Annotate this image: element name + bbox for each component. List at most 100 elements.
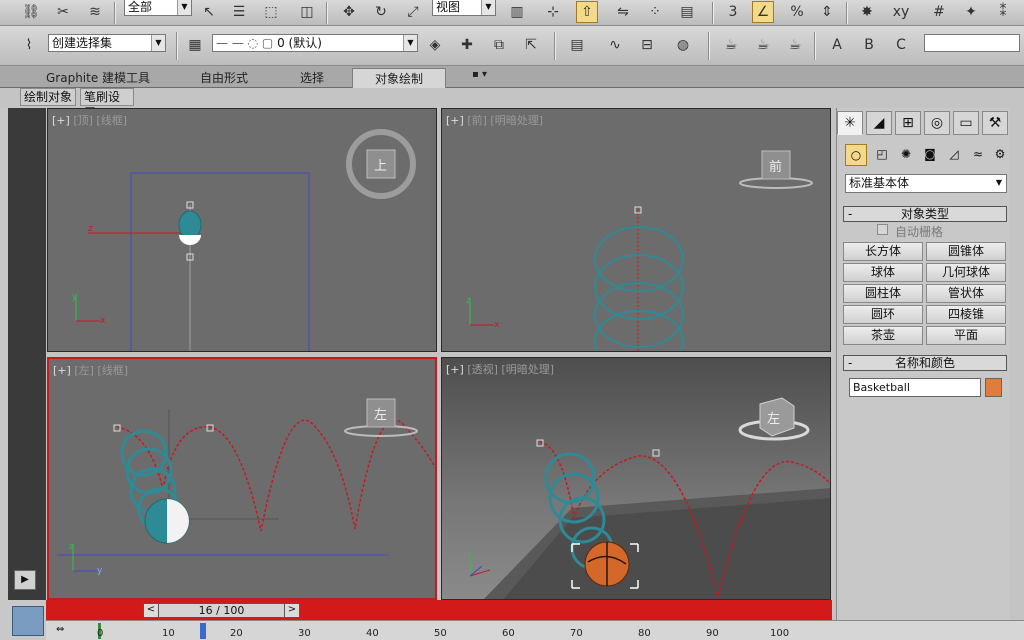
motion-tab-icon[interactable]: ◎	[924, 111, 950, 135]
tab-freeform[interactable]: 自由形式	[200, 69, 248, 86]
render-setup-icon[interactable]: ✦	[960, 1, 982, 23]
layer-manager-icon[interactable]: ▤	[676, 1, 698, 23]
scene-explorer-icon[interactable]: ▤	[566, 34, 588, 56]
object-type-rollout[interactable]: - 对象类型	[843, 206, 1007, 222]
utilities-tab-icon[interactable]: ⚒	[982, 111, 1008, 135]
pivot-center-icon[interactable]: ▥	[506, 1, 528, 23]
subtab-brush-settings[interactable]: 笔刷设置	[80, 88, 134, 120]
snap-3-icon[interactable]: 3	[722, 1, 744, 23]
align-icon[interactable]: ⁘	[644, 1, 666, 23]
rect-region-icon[interactable]: ⬚	[260, 1, 282, 23]
next-frame-button[interactable]: >	[284, 603, 300, 618]
percent-snap-icon[interactable]: %	[786, 1, 808, 23]
ref-coord-dropdown[interactable]: 视图 ▼	[432, 0, 496, 16]
geometry-category-icon[interactable]: ○	[845, 144, 867, 166]
modify-tab-icon[interactable]: ◢	[866, 111, 892, 135]
viewcube-label[interactable]: 左	[374, 404, 387, 423]
time-slider[interactable]: < 16 / 100 >	[143, 603, 300, 618]
hierarchy-tab-icon[interactable]: ⊞	[895, 111, 921, 135]
name-color-rollout[interactable]: - 名称和颜色	[843, 355, 1007, 371]
preset-field[interactable]	[924, 34, 1020, 52]
selection-filter-dropdown[interactable]: 全部 ▼	[124, 0, 192, 16]
cone-button[interactable]: 圆锥体	[926, 242, 1006, 261]
teapot-active-icon[interactable]: ☕	[784, 34, 806, 56]
select-in-layer-icon[interactable]: ⧉	[488, 34, 510, 56]
systems-category-icon[interactable]: ⚙	[989, 144, 1011, 166]
lights-category-icon[interactable]: ✺	[895, 144, 917, 166]
preset-b-icon[interactable]: B	[858, 34, 880, 56]
display-tab-icon[interactable]: ▭	[953, 111, 979, 135]
layer-dropdown[interactable]: — — ◌ ▢ 0 (默认) ▼	[212, 34, 418, 52]
ribbon-options-icon[interactable]: ▪ ▾	[472, 69, 487, 80]
scale-icon[interactable]: ⤢	[402, 1, 424, 23]
track-view-icon[interactable]: ∿	[604, 34, 626, 56]
teapot-quick-icon[interactable]: ☕	[752, 34, 774, 56]
set-current-layer-icon[interactable]: ⇱	[520, 34, 542, 56]
current-frame-marker[interactable]	[200, 623, 206, 639]
select-by-name-icon[interactable]: ☰	[228, 1, 250, 23]
timeline-ruler[interactable]: ⇔ 0 10 20 30 40 50 60 70 80 90 100	[46, 620, 1024, 640]
select-manipulate-icon[interactable]: ⊹	[542, 1, 564, 23]
tab-selection[interactable]: 选择	[300, 69, 324, 86]
viewcube-label[interactable]: 前	[769, 156, 782, 175]
autogrid-checkbox[interactable]	[877, 224, 888, 235]
category-dropdown[interactable]: 标准基本体 ▼	[845, 174, 1007, 193]
window-crossing-icon[interactable]: ◫	[296, 1, 318, 23]
edit-named-selection-icon[interactable]: ⌇	[18, 34, 40, 56]
render-icon[interactable]: ⁑	[992, 1, 1014, 23]
layer-icon[interactable]: ▦	[184, 34, 206, 56]
render-frame-icon[interactable]: ◍	[672, 34, 694, 56]
bind-spacewarp-icon[interactable]: ≋	[84, 1, 106, 23]
svg-text:z: z	[466, 296, 471, 306]
material-editor-icon[interactable]: #	[928, 1, 950, 23]
subtab-paint-objects[interactable]: 绘制对象	[20, 88, 76, 106]
dope-sheet-icon[interactable]: ⊟	[636, 34, 658, 56]
viewcube-label[interactable]: 上	[374, 155, 387, 174]
viewport-perspective[interactable]: [+] [透视] [明暗处理] 左	[441, 357, 831, 600]
cylinder-button[interactable]: 圆柱体	[843, 284, 923, 303]
spacewarps-category-icon[interactable]: ≈	[967, 144, 989, 166]
link-icon[interactable]: ⛓	[20, 1, 42, 23]
play-icon[interactable]: ▶	[14, 570, 36, 590]
rotate-icon[interactable]: ↻	[370, 1, 392, 23]
prev-frame-button[interactable]: <	[143, 603, 159, 618]
plane-button[interactable]: 平面	[926, 326, 1006, 345]
tab-object-paint[interactable]: 对象绘制	[352, 68, 447, 88]
select-object-icon[interactable]: ↖	[198, 1, 220, 23]
svg-text:y: y	[72, 292, 78, 302]
viewport-left[interactable]: [+] [左] [线框] z y 左	[47, 357, 437, 600]
tube-button[interactable]: 管状体	[926, 284, 1006, 303]
keyboard-shortcut-icon[interactable]: ⇧	[576, 1, 598, 23]
viewport-top[interactable]: [+] [顶] [线框] y x z 上	[47, 108, 437, 352]
teapot-render-icon[interactable]: ☕	[720, 34, 742, 56]
helpers-category-icon[interactable]: ◿	[943, 144, 965, 166]
torus-button[interactable]: 圆环	[843, 305, 923, 324]
schematic-view-icon[interactable]: xy	[890, 1, 912, 23]
mirror-icon[interactable]: ⇋	[612, 1, 634, 23]
object-name-field[interactable]: Basketball	[849, 378, 981, 397]
object-color-swatch[interactable]	[985, 378, 1002, 397]
curve-editor-icon[interactable]: ✸	[856, 1, 878, 23]
layout-icon[interactable]	[12, 606, 44, 636]
shapes-category-icon[interactable]: ◰	[871, 144, 893, 166]
viewport-front[interactable]: [+] [前] [明暗处理] z x 前	[441, 108, 831, 352]
sphere-button[interactable]: 球体	[843, 263, 923, 282]
create-tab-icon[interactable]: ✳	[837, 111, 863, 135]
pyramid-button[interactable]: 四棱锥	[926, 305, 1006, 324]
tab-graphite[interactable]: Graphite 建模工具	[46, 69, 150, 86]
preset-c-icon[interactable]: C	[890, 34, 912, 56]
cameras-category-icon[interactable]: ◙	[919, 144, 941, 166]
teapot-button[interactable]: 茶壶	[843, 326, 923, 345]
move-icon[interactable]: ✥	[338, 1, 360, 23]
spinner-snap-icon[interactable]: ⇕	[816, 1, 838, 23]
curve-editor-mini-icon[interactable]: ⇔	[56, 624, 76, 638]
unlink-icon[interactable]: ✂	[52, 1, 74, 23]
geosphere-button[interactable]: 几何球体	[926, 263, 1006, 282]
named-selection-dropdown[interactable]: 创建选择集 ▼	[48, 34, 166, 52]
new-layer-icon[interactable]: ◈	[424, 34, 446, 56]
preset-a-icon[interactable]: A	[826, 34, 848, 56]
angle-snap-icon[interactable]: ∠	[752, 1, 774, 23]
add-to-layer-icon[interactable]: ✚	[456, 34, 478, 56]
viewcube-label[interactable]: 左	[767, 408, 780, 427]
box-button[interactable]: 长方体	[843, 242, 923, 261]
